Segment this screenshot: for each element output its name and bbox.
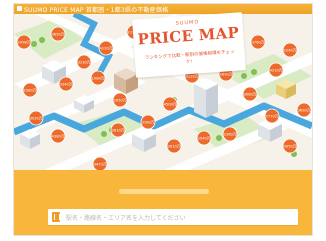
price-marker-label: 3120万 [186,75,199,79]
price-map-title-card: SUUMO PRICE MAP ランキングで比較・駅別の価格相場をチェック！ [132,12,246,78]
price-marker-label: 3230万 [78,61,91,65]
price-marker-label: 3950万 [284,145,297,149]
price-marker-label: 2498万 [18,41,31,45]
price-marker-label: 3470万 [94,163,107,167]
price-marker[interactable]: 3470万 [92,156,108,170]
suumo-logo-icon [17,6,22,11]
price-marker-label: 3180万 [142,121,155,125]
title-bar: SUUMO PRICE MAP 首都圏・1都3県の不動産価格 [14,4,312,14]
price-marker[interactable]: 2540万 [196,130,212,146]
price-marker[interactable]: 2650万 [112,92,128,108]
price-marker[interactable]: 4500万 [162,96,178,112]
price-marker-label: 3690万 [298,109,311,113]
price-marker-label: 3340万 [60,83,73,87]
price-marker[interactable]: 3230万 [76,54,92,70]
price-marker[interactable]: 2980万 [22,82,38,98]
price-marker-label: 2770万 [266,115,279,119]
search-panel [14,170,312,235]
price-marker[interactable]: 2810万 [110,122,126,138]
price-marker[interactable]: 4380万 [50,128,66,144]
price-marker-label: 1980万 [92,77,105,81]
price-marker[interactable]: 3020万 [28,110,44,126]
price-marker-label: 4120万 [100,47,113,51]
price-marker[interactable]: 1980万 [90,70,106,86]
search-input[interactable]: 駅名・路線名・エリア名を入力してください [48,209,298,225]
price-marker[interactable]: 3690万 [296,102,312,118]
price-marker-label: 4380万 [52,135,65,139]
price-marker[interactable]: 2240万 [282,42,298,58]
price-marker[interactable]: 3850万 [50,26,66,42]
price-marker[interactable]: 2770万 [264,108,280,124]
price-marker[interactable]: 3760万 [250,34,266,50]
price-marker-label: 2360万 [224,133,237,137]
price-marker[interactable]: 4120万 [98,40,114,56]
price-marker[interactable]: 4210万 [268,62,284,78]
price-marker-label: 3760万 [252,41,265,45]
price-marker-label: 2810万 [112,129,125,133]
price-marker-label: 3020万 [30,117,43,121]
search-placeholder: 駅名・路線名・エリア名を入力してください [66,215,186,222]
price-marker-label: 2240万 [284,49,297,53]
price-marker[interactable]: 3950万 [282,138,298,154]
price-marker[interactable]: 3340万 [58,76,74,92]
title-bar-text: SUUMO PRICE MAP 首都圏・1都3県の不動産価格 [24,7,169,14]
search-heading-bar [119,189,209,194]
price-marker[interactable]: 2360万 [222,126,238,142]
price-marker[interactable]: 3080万 [242,86,258,102]
price-marker-label: 2610万 [168,145,181,149]
price-marker-label: 3850万 [52,33,65,37]
price-marker-label: 2650万 [114,99,127,103]
price-marker-label: 2540万 [198,137,211,141]
app-window: SUUMO PRICE MAP 首都圏・1都3県の不動産価格 2498万 385… [14,4,312,235]
price-marker-label: 3080万 [244,93,257,97]
price-marker-label: 2890万 [220,73,233,77]
price-marker[interactable]: 2498万 [16,34,32,50]
page-subtitle: ランキングで比較・駅別の価格相場をチェック！ [144,49,235,66]
price-marker-label: 4500万 [164,103,177,107]
price-marker[interactable]: 2610万 [166,138,182,154]
price-marker-label: 4210万 [270,69,283,73]
train-icon [52,212,60,222]
price-marker-label: 2980万 [24,89,37,93]
price-marker[interactable]: 3180万 [140,114,156,130]
